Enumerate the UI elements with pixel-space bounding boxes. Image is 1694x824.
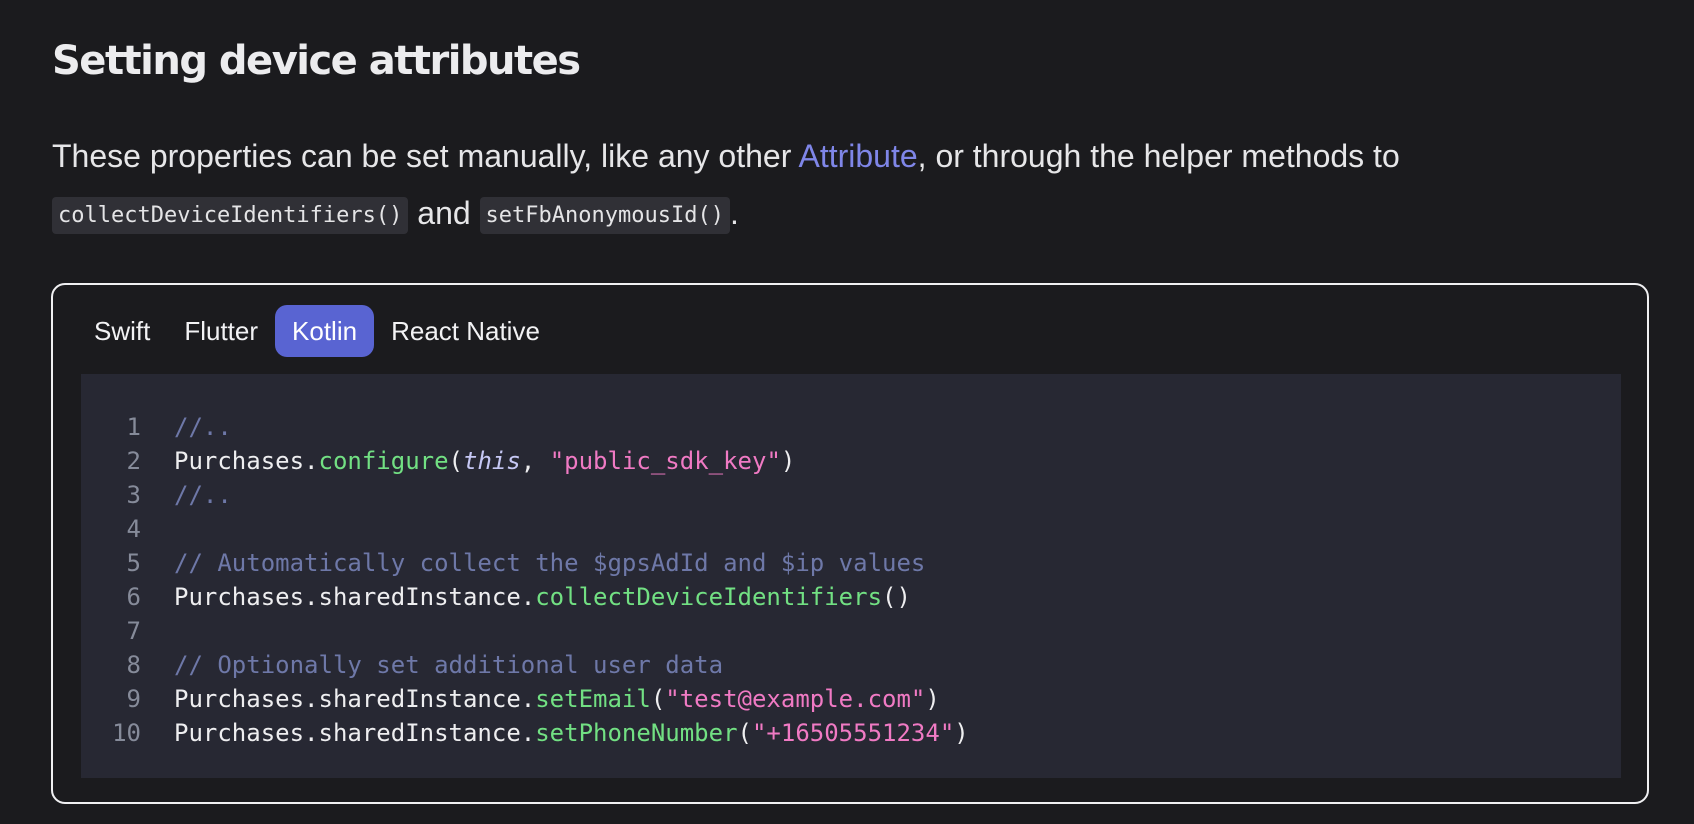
- code-token: ): [780, 447, 796, 475]
- code-token: collectDeviceIdentifiers: [535, 583, 883, 611]
- code-text: Purchases.configure(this, "public_sdk_ke…: [174, 444, 795, 478]
- code-token: // Optionally set additional user data: [174, 651, 724, 679]
- code-line: 1 //..: [81, 410, 969, 444]
- code-token: setPhoneNumber: [535, 719, 738, 747]
- line-number: 3: [126, 481, 141, 509]
- code-token: ): [954, 719, 969, 747]
- page-title: Setting device attributes: [52, 38, 581, 84]
- code-token: Purchases.: [174, 447, 319, 475]
- code-token: //..: [174, 413, 232, 441]
- code-line: 8 // Optionally set additional user data: [81, 648, 969, 682]
- code-text: // Optionally set additional user data: [174, 648, 723, 682]
- line-number: 1: [126, 413, 141, 441]
- code-token: this: [463, 447, 521, 475]
- code-token: ,: [520, 447, 550, 475]
- code-text: //..: [174, 410, 232, 444]
- line-number: 4: [126, 515, 141, 543]
- code-token: configure: [318, 447, 449, 475]
- line-number: 9: [126, 685, 141, 713]
- code-token: Purchases.sharedInstance.: [174, 719, 536, 747]
- intro-paragraph: These properties can be set manually, li…: [52, 128, 1612, 246]
- code-text: Purchases.sharedInstance.setPhoneNumber(…: [174, 716, 969, 750]
- code-block[interactable]: 1//.. 2 Purchases.configure(this, "public_…: [81, 374, 1621, 778]
- tab-flutter[interactable]: Flutter: [167, 305, 275, 357]
- code-token: (: [737, 719, 752, 747]
- code-token: (: [448, 447, 463, 475]
- code-token: //..: [174, 481, 232, 509]
- code-token: Purchases.sharedInstance.: [174, 583, 536, 611]
- attribute-link[interactable]: Attribute: [798, 138, 917, 174]
- code-text: Purchases.sharedInstance.setEmail("test@…: [174, 682, 940, 716]
- code-line: 10 Purchases.sharedInstance.setPhoneNumbe…: [81, 716, 969, 750]
- line-number: 7: [126, 617, 141, 645]
- code-line: 2 Purchases.configure(this, "public_sdk_k…: [81, 444, 969, 478]
- inline-code-collect: collectDeviceIdentifiers(): [52, 197, 409, 234]
- code-token: "test@example.com": [665, 685, 926, 713]
- inline-code-setfb: setFbAnonymousId(): [479, 197, 730, 234]
- code-token: ): [925, 685, 940, 713]
- code-line: 9 Purchases.sharedInstance.setEmail("test…: [81, 682, 969, 716]
- code-text: // Automatically collect the $gpsAdId an…: [174, 546, 925, 580]
- intro-and: and: [408, 195, 480, 231]
- line-number: 5: [126, 549, 141, 577]
- code-token: // Automatically collect the $gpsAdId an…: [174, 549, 926, 577]
- intro-text-2: , or through the helper methods to: [917, 138, 1400, 174]
- code-lines: 1//.. 2 Purchases.configure(this, "public_…: [81, 410, 969, 750]
- line-number: 8: [126, 651, 141, 679]
- tab-swift[interactable]: Swift: [77, 305, 167, 357]
- code-token: (: [650, 685, 666, 713]
- intro-period: .: [729, 195, 739, 231]
- code-line: 3 //..: [81, 478, 969, 512]
- line-number: 2: [126, 447, 141, 475]
- code-text: //..: [174, 478, 232, 512]
- language-tabs: Swift Flutter Kotlin React Native: [77, 305, 557, 357]
- code-line: 5 // Automatically collect the $gpsAdId a…: [81, 546, 969, 580]
- code-line: 6 Purchases.sharedInstance.collectDeviceI…: [81, 580, 969, 614]
- code-example-card: Swift Flutter Kotlin React Native 1 //.. 2…: [51, 283, 1649, 804]
- tab-react-native[interactable]: React Native: [374, 305, 557, 357]
- code-token: (): [882, 583, 911, 611]
- code-token: Purchases.sharedInstance.: [174, 685, 536, 713]
- code-text: Purchases.sharedInstance.collectDeviceId…: [174, 580, 911, 614]
- intro-text: These properties can be set manually, li…: [52, 138, 799, 174]
- code-token: setEmail: [535, 685, 651, 713]
- code-token: "+16505551234": [751, 719, 955, 747]
- tab-kotlin[interactable]: Kotlin: [275, 305, 375, 357]
- code-line: 4: [81, 512, 969, 546]
- code-line: 7: [81, 614, 969, 648]
- code-token: "public_sdk_key": [549, 447, 781, 475]
- line-number: 10: [112, 719, 141, 747]
- line-number: 6: [126, 583, 141, 611]
